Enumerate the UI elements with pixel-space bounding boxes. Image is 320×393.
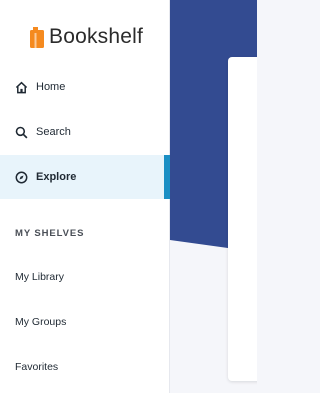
shelf-item-my-groups[interactable]: My Groups: [15, 316, 66, 328]
main-content: [170, 0, 257, 393]
home-icon: [15, 81, 28, 93]
search-icon: [15, 126, 28, 138]
sidebar: Bookshelf Home Search Explore MY SHELVES…: [0, 0, 170, 393]
nav-item-home-label: Home: [36, 81, 66, 93]
nav-item-search[interactable]: Search: [0, 110, 170, 154]
nav-item-explore[interactable]: Explore: [0, 155, 170, 199]
compass-icon: [15, 171, 28, 183]
content-card: [228, 57, 257, 381]
nav-item-home[interactable]: Home: [0, 65, 170, 109]
brand-logo[interactable]: Bookshelf: [30, 25, 143, 49]
brand-name: Bookshelf: [49, 25, 144, 48]
shelves-heading: MY SHELVES: [15, 228, 85, 239]
shelf-item-favorites[interactable]: Favorites: [15, 361, 58, 373]
nav-item-search-label: Search: [36, 126, 71, 138]
nav-item-explore-label: Explore: [36, 171, 77, 183]
shelf-item-my-library[interactable]: My Library: [15, 271, 64, 283]
book-icon: [30, 26, 44, 48]
